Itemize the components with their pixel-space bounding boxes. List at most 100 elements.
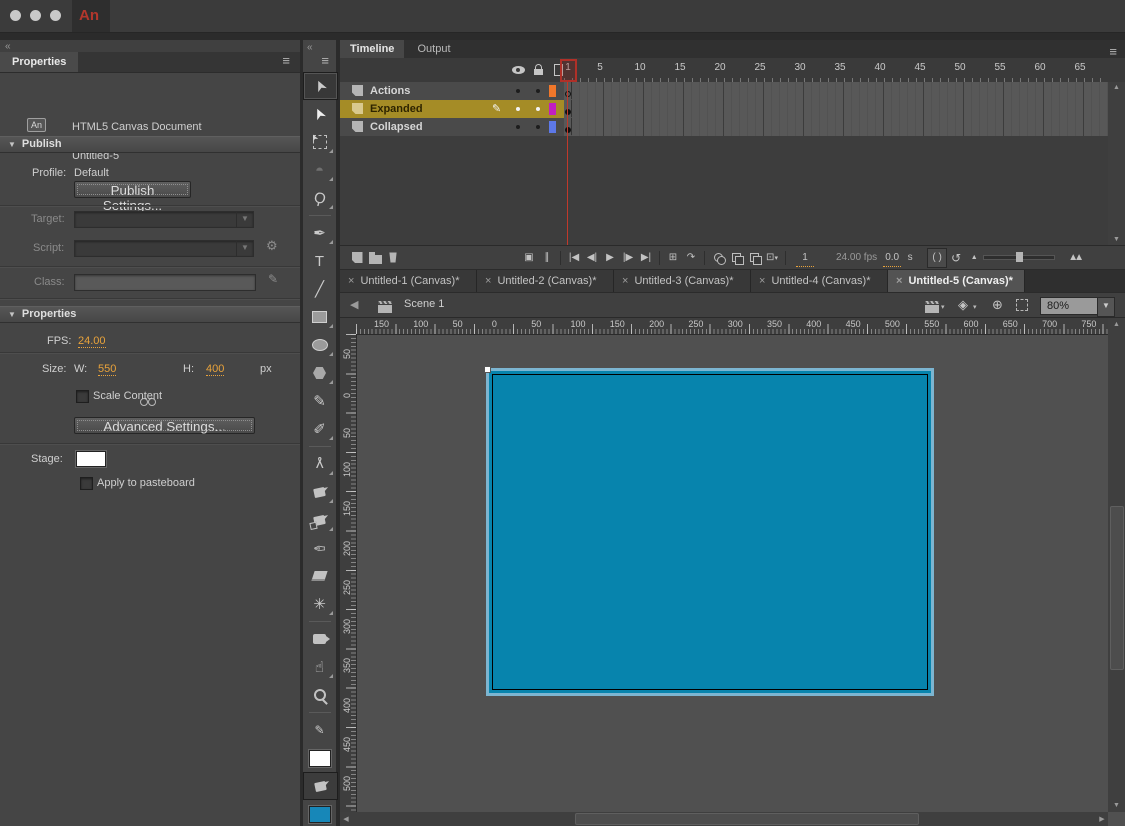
onion-skin-outlines-button[interactable] — [727, 249, 745, 267]
close-icon[interactable]: × — [622, 275, 628, 287]
close-icon[interactable]: × — [896, 275, 902, 287]
vertical-scrollbar-thumb[interactable] — [1110, 506, 1124, 670]
target-dropdown[interactable]: ▼ — [74, 211, 254, 228]
collapse-panel-icon[interactable]: « — [5, 41, 10, 52]
asset-warp-tool[interactable]: ✳ — [303, 590, 336, 618]
oval-tool[interactable] — [303, 331, 336, 359]
layer-frames-row[interactable] — [564, 118, 1108, 137]
pen-tool[interactable]: ✒ — [303, 219, 336, 247]
tab-output[interactable]: Output — [408, 40, 461, 58]
go-to-first-frame-button[interactable]: |◀ — [565, 249, 583, 267]
window-close-button[interactable] — [10, 10, 21, 21]
height-value[interactable]: 400 — [206, 363, 224, 376]
zoom-in-timeline-icon[interactable]: ▲▲ — [1065, 249, 1083, 267]
window-minimize-button[interactable] — [30, 10, 41, 21]
document-tab-untitled-1[interactable]: ×Untitled-1 (Canvas)* — [340, 270, 477, 292]
rotation-3d-tool[interactable]: ◓ — [303, 156, 336, 184]
document-tab-untitled-2[interactable]: ×Untitled-2 (Canvas)* — [477, 270, 614, 292]
paint-bucket-tool[interactable] — [303, 506, 336, 534]
layer-row-actions[interactable]: Actions — [340, 82, 564, 101]
canvas-horizontal-scrollbar[interactable]: ◀ ▶ — [340, 812, 1108, 826]
class-input[interactable] — [74, 274, 256, 291]
stage-selection-handle[interactable] — [484, 366, 491, 373]
close-icon[interactable]: × — [759, 275, 765, 287]
stroke-color-swatch[interactable] — [303, 744, 336, 772]
scale-content-checkbox[interactable] — [76, 390, 89, 403]
layer-visibility-dot[interactable] — [516, 125, 520, 129]
free-transform-tool[interactable] — [303, 128, 336, 156]
rectangle-tool[interactable] — [303, 303, 336, 331]
reset-timeline-zoom-button[interactable]: ↺ — [947, 249, 965, 267]
pencil-tool[interactable]: ✎ — [303, 387, 336, 415]
close-icon[interactable]: × — [348, 275, 354, 287]
layer-row-expanded[interactable]: Expanded✎ — [340, 100, 564, 119]
timeline-zoom-slider[interactable] — [983, 255, 1055, 260]
width-value[interactable]: 550 — [98, 363, 116, 376]
onion-skin-button[interactable] — [709, 249, 727, 267]
pencil-icon[interactable]: ✎ — [268, 272, 278, 286]
publish-settings-button[interactable]: Publish Settings... — [74, 181, 191, 198]
layer-lock-dot[interactable] — [536, 107, 540, 111]
clip-content-icon[interactable] — [1016, 299, 1028, 311]
frame-rate-value[interactable]: 24.00 fps — [836, 249, 877, 267]
scroll-right-arrow[interactable]: ▶ — [1096, 815, 1108, 823]
lasso-tool[interactable]: Ϙ — [303, 184, 336, 212]
camera-tool[interactable] — [303, 625, 336, 653]
playhead[interactable] — [560, 59, 577, 82]
polystar-tool[interactable] — [303, 359, 336, 387]
selection-tool[interactable]: ➤ — [303, 72, 338, 100]
subselection-tool[interactable]: ➤ — [303, 100, 336, 128]
keyframe-frame-1[interactable] — [564, 118, 572, 135]
document-tab-untitled-5[interactable]: ×Untitled-5 (Canvas)* — [888, 270, 1025, 292]
layer-outline-color-swatch[interactable] — [549, 121, 556, 133]
lock-all-layers-icon[interactable] — [534, 69, 543, 75]
new-folder-button[interactable] — [366, 249, 384, 267]
play-button[interactable]: ▶ — [601, 249, 619, 267]
step-back-button[interactable]: ◀| — [583, 249, 601, 267]
canvas-vertical-scrollbar[interactable]: ▲ ▼ — [1108, 318, 1125, 812]
zoom-tool[interactable] — [303, 681, 336, 709]
edit-multiple-frames-button[interactable] — [745, 249, 763, 267]
eyedropper-tool[interactable]: ✑ — [303, 534, 336, 562]
hand-tool[interactable]: ☝ — [303, 653, 336, 681]
current-frame-value[interactable]: 1 — [796, 248, 814, 267]
edit-scene-icon[interactable] — [925, 305, 939, 313]
layer-visibility-dot[interactable] — [516, 89, 520, 93]
panel-menu-icon[interactable]: ≡ — [321, 56, 329, 66]
wrench-icon[interactable]: ⚙ — [266, 238, 278, 254]
layer-visibility-dot[interactable] — [516, 107, 520, 111]
advanced-settings-button[interactable]: Advanced Settings... — [74, 417, 255, 434]
layer-lock-dot[interactable] — [536, 125, 540, 129]
step-forward-button[interactable]: |▶ — [619, 249, 637, 267]
line-tool[interactable]: ╱ — [303, 275, 336, 303]
layer-row-collapsed[interactable]: Collapsed — [340, 118, 564, 137]
script-dropdown[interactable]: ▼ — [74, 240, 254, 257]
go-to-last-frame-button[interactable]: ▶| — [637, 249, 655, 267]
tab-properties[interactable]: Properties — [0, 52, 78, 72]
back-arrow-icon[interactable]: ◀ — [350, 298, 358, 311]
timeline-zoom-slider-thumb[interactable] — [1016, 252, 1023, 262]
horizontal-scrollbar-thumb[interactable] — [575, 813, 919, 825]
document-tab-untitled-4[interactable]: ×Untitled-4 (Canvas)* — [751, 270, 888, 292]
scroll-up-arrow[interactable]: ▲ — [1109, 321, 1124, 328]
remove-frame-button[interactable]: ↷ — [682, 249, 700, 267]
delete-layer-button[interactable] — [384, 249, 402, 267]
scroll-up-arrow[interactable]: ▲ — [1109, 84, 1124, 91]
center-frame-button[interactable]: ▣ — [520, 249, 538, 267]
fill-bucket-icon[interactable] — [303, 772, 338, 800]
layer-frames-row[interactable] — [564, 82, 1108, 101]
apply-pasteboard-checkbox[interactable] — [80, 477, 93, 490]
layer-lock-dot[interactable] — [536, 89, 540, 93]
loop-button[interactable]: ∥ — [538, 249, 556, 267]
fps-value[interactable]: 24.00 — [78, 335, 106, 348]
stage-color-swatch[interactable] — [76, 451, 106, 467]
new-layer-button[interactable] — [348, 249, 366, 267]
close-icon[interactable]: × — [485, 275, 491, 287]
keyframe-frame-1[interactable] — [564, 82, 572, 99]
layer-outline-color-swatch[interactable] — [549, 85, 556, 97]
ink-bottle-tool[interactable] — [303, 478, 336, 506]
tab-timeline[interactable]: Timeline — [340, 40, 404, 58]
timeline-vertical-scrollbar[interactable]: ▲ ▼ — [1108, 82, 1125, 245]
insert-frame-button[interactable]: ⊞ — [664, 249, 682, 267]
keyframe-frame-1[interactable] — [564, 100, 572, 117]
